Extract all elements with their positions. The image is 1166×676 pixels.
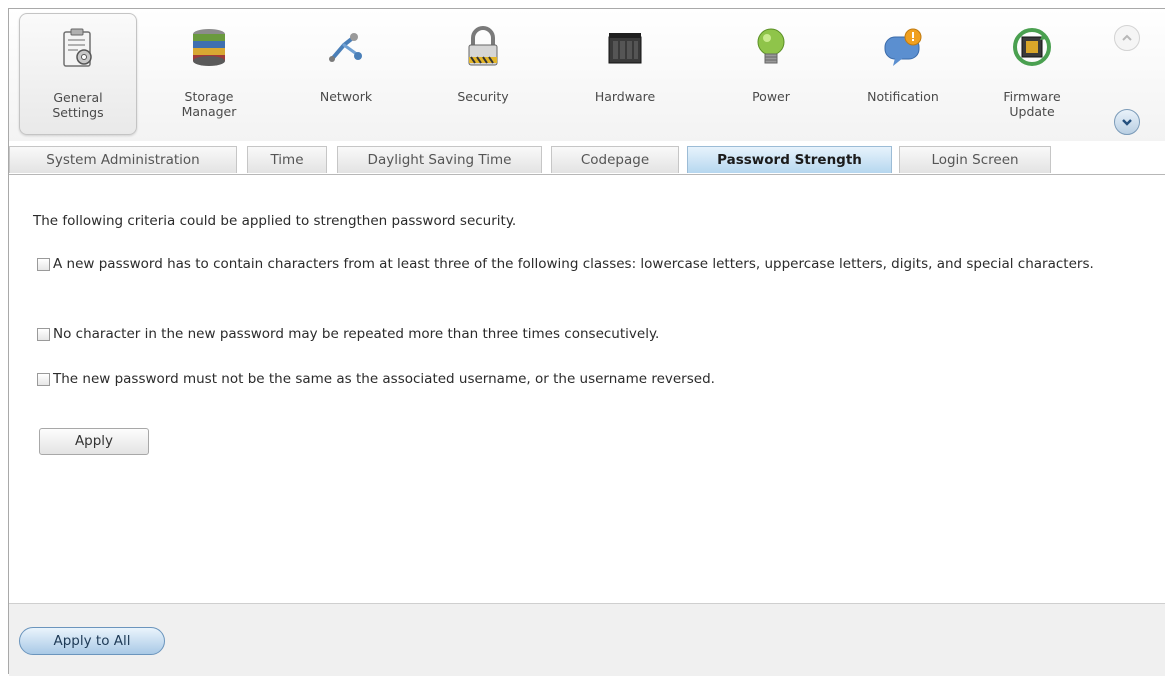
app-label: Security bbox=[457, 89, 509, 104]
tab-codepage[interactable]: Codepage bbox=[551, 146, 679, 173]
tab-system-administration[interactable]: System Administration bbox=[9, 146, 237, 173]
app-label: Storage Manager bbox=[181, 89, 237, 119]
app-label: Firmware Update bbox=[1003, 89, 1061, 119]
criterion-label: No character in the new password may be … bbox=[53, 326, 660, 342]
tab-time[interactable]: Time bbox=[247, 146, 327, 173]
apply-to-all-button[interactable]: Apply to All bbox=[19, 627, 165, 655]
app-power[interactable]: Power bbox=[721, 13, 821, 135]
footer-bar: Apply to All bbox=[9, 603, 1165, 676]
criterion-label: A new password has to contain characters… bbox=[53, 256, 1094, 272]
hardware-icon bbox=[603, 25, 647, 69]
firmware-update-icon bbox=[1010, 25, 1054, 69]
app-security[interactable]: Security bbox=[429, 13, 537, 135]
app-notification[interactable]: Notification bbox=[849, 13, 957, 135]
network-icon bbox=[324, 25, 368, 69]
app-general-settings[interactable]: General Settings bbox=[19, 13, 137, 135]
tab-login-screen[interactable]: Login Screen bbox=[899, 146, 1051, 173]
settings-tab-bar: System Administration Time Daylight Savi… bbox=[9, 143, 1165, 175]
criterion-no-repeat: No character in the new password may be … bbox=[37, 324, 1163, 344]
app-network[interactable]: Network bbox=[292, 13, 400, 135]
checkbox-not-username[interactable] bbox=[37, 373, 50, 386]
criterion-not-username: The new password must not be the same as… bbox=[37, 369, 1163, 389]
panel-intro-text: The following criteria could be applied … bbox=[33, 213, 517, 229]
security-lock-icon bbox=[461, 25, 505, 69]
settings-window: General Settings Storage Manager Network… bbox=[8, 8, 1165, 676]
tab-daylight-saving-time[interactable]: Daylight Saving Time bbox=[337, 146, 542, 173]
app-hardware[interactable]: Hardware bbox=[569, 13, 681, 135]
app-firmware-update[interactable]: Firmware Update bbox=[983, 13, 1081, 135]
app-label: General Settings bbox=[52, 90, 104, 120]
tab-password-strength[interactable]: Password Strength bbox=[687, 146, 892, 173]
criterion-character-classes: A new password has to contain characters… bbox=[37, 254, 1163, 274]
power-bulb-icon bbox=[749, 25, 793, 69]
criterion-label: The new password must not be the same as… bbox=[53, 371, 715, 387]
chevron-down-icon bbox=[1122, 119, 1132, 126]
apply-button[interactable]: Apply bbox=[39, 428, 149, 455]
app-label: Network bbox=[319, 89, 373, 104]
app-storage-manager[interactable]: Storage Manager bbox=[154, 13, 264, 135]
general-settings-icon bbox=[56, 26, 100, 70]
storage-manager-icon bbox=[187, 25, 231, 69]
app-label: Hardware bbox=[594, 89, 656, 104]
scroll-up-button[interactable] bbox=[1114, 25, 1140, 51]
scroll-down-button[interactable] bbox=[1114, 109, 1140, 135]
app-label: Notification bbox=[867, 89, 939, 104]
checkbox-no-repeat[interactable] bbox=[37, 328, 50, 341]
app-label: Power bbox=[752, 89, 790, 104]
checkbox-character-classes[interactable] bbox=[37, 258, 50, 271]
chevron-up-icon bbox=[1122, 34, 1132, 41]
notification-icon bbox=[881, 25, 925, 69]
app-toolbar: General Settings Storage Manager Network… bbox=[9, 9, 1165, 141]
